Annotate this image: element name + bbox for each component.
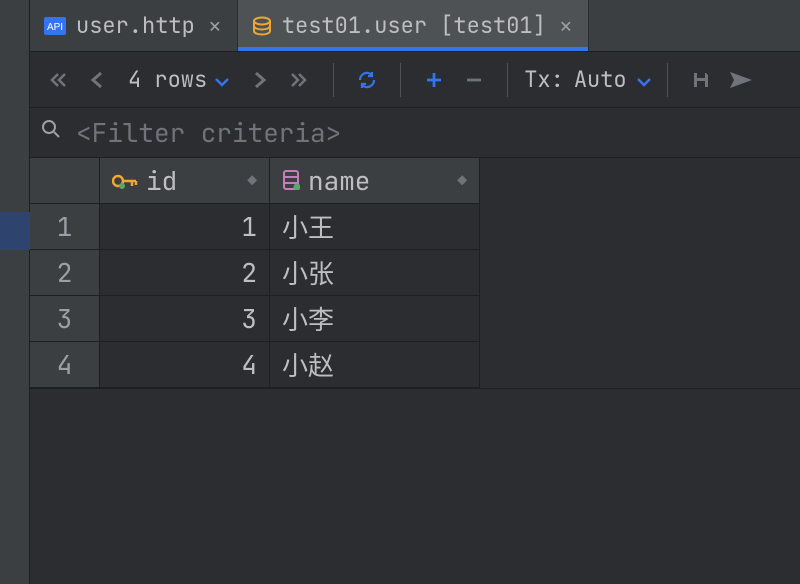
cell-id[interactable]: 2 [100, 250, 270, 296]
next-page-icon[interactable] [243, 63, 277, 97]
cell-id[interactable]: 1 [100, 204, 270, 250]
http-file-icon: API [44, 17, 66, 35]
left-gutter [0, 0, 30, 584]
grid-corner [30, 158, 100, 204]
column-name: id [146, 163, 177, 198]
reload-icon[interactable] [350, 63, 384, 97]
tab-test01-user[interactable]: test01.user [test01] ✕ [238, 0, 589, 51]
column-header-name[interactable]: name ◆ [270, 158, 480, 204]
cell-name[interactable]: 小王 [270, 204, 480, 250]
last-page-icon[interactable] [283, 63, 317, 97]
tab-label: test01.user [test01] [282, 11, 546, 40]
tab-user-http[interactable]: API user.http ✕ [30, 0, 238, 51]
svg-text:API: API [47, 22, 63, 33]
filter-bar [30, 108, 800, 158]
sort-icon: ◆ [247, 170, 257, 191]
rows-label: 4 rows [128, 65, 207, 94]
tab-bar: API user.http ✕ test01.user [test01] ✕ [30, 0, 800, 52]
tab-label: user.http [76, 11, 195, 40]
row-number[interactable]: 3 [30, 296, 100, 342]
submit-icon[interactable] [724, 63, 758, 97]
prev-page-icon[interactable] [80, 63, 114, 97]
cell-id[interactable]: 3 [100, 296, 270, 342]
row-number[interactable]: 1 [30, 204, 100, 250]
cell-name[interactable]: 小赵 [270, 342, 480, 388]
column-icon [282, 163, 300, 198]
tx-dropdown[interactable]: Tx: Auto [524, 65, 650, 94]
separator [507, 63, 508, 97]
close-icon[interactable]: ✕ [556, 13, 576, 39]
separator [400, 63, 401, 97]
cell-name[interactable]: 小张 [270, 250, 480, 296]
cell-id[interactable]: 4 [100, 342, 270, 388]
separator [667, 63, 668, 97]
cell-name[interactable]: 小李 [270, 296, 480, 342]
toolbar: 4 rows Tx: Auto [30, 52, 800, 108]
chevron-down-icon [215, 65, 229, 94]
gutter-active-marker [0, 212, 30, 250]
remove-row-icon[interactable] [457, 63, 491, 97]
primary-key-icon [112, 163, 138, 198]
tx-label: Tx: [524, 65, 564, 94]
data-grid: id ◆ name ◆ 1 1 小王 2 2 小张 3 3 [30, 158, 800, 389]
chevron-down-icon [637, 65, 651, 94]
sort-icon: ◆ [457, 170, 467, 191]
rows-dropdown[interactable]: 4 rows [120, 65, 237, 94]
data-area: id ◆ name ◆ 1 1 小王 2 2 小张 3 3 [30, 158, 800, 584]
search-icon[interactable] [40, 118, 62, 147]
separator [333, 63, 334, 97]
first-page-icon[interactable] [40, 63, 74, 97]
add-row-icon[interactable] [417, 63, 451, 97]
row-number[interactable]: 2 [30, 250, 100, 296]
database-table-icon [252, 16, 272, 36]
row-number[interactable]: 4 [30, 342, 100, 388]
tx-mode: Auto [574, 65, 627, 94]
save-icon[interactable] [684, 63, 718, 97]
filter-input[interactable] [76, 115, 790, 150]
column-header-id[interactable]: id ◆ [100, 158, 270, 204]
column-name: name [308, 163, 370, 198]
close-icon[interactable]: ✕ [205, 13, 225, 39]
